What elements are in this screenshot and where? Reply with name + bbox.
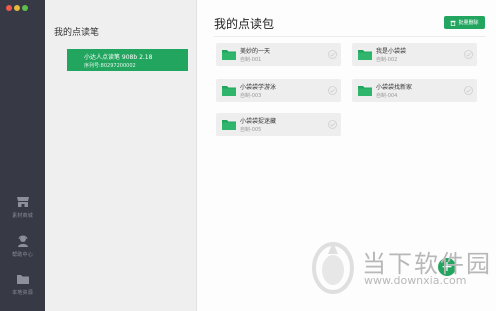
pen-card[interactable]: 小达人点读笔 908b 2.18 序列号:80297200002 — [67, 49, 188, 71]
package-code: 自制-005 — [240, 127, 262, 133]
pen-panel-title: 我的点读笔 — [54, 28, 100, 38]
watermark-url: www.downxia.com — [364, 274, 467, 287]
support-agent-icon — [17, 235, 28, 247]
page-title: 我的点读包 — [214, 17, 275, 31]
package-name: 我是小袋袋 — [376, 48, 407, 55]
folder-icon — [222, 86, 236, 96]
rail-item-local[interactable]: 本地资源 — [0, 273, 45, 296]
check-icon[interactable] — [464, 50, 473, 59]
rail-item-help[interactable]: 帮助中心 — [0, 235, 45, 258]
package-code: 自制-004 — [376, 93, 398, 99]
package-card[interactable]: 我是小袋袋 自制-002 — [352, 43, 477, 66]
bulk-delete-label: 批量删除 — [458, 20, 479, 26]
package-name: 小袋袋捉迷藏 — [240, 118, 277, 125]
folder-icon — [222, 50, 236, 60]
rail-item-store[interactable]: 素材商城 — [0, 196, 45, 219]
app-window: 素材商城 帮助中心 本地资源 我的点读笔 小达人点读笔 908b 2.18 序列… — [0, 0, 496, 311]
rail-item-label: 素材商城 — [12, 213, 33, 219]
bulk-delete-button[interactable]: 批量删除 — [444, 16, 485, 29]
package-code: 自制-003 — [240, 93, 262, 99]
check-icon[interactable] — [328, 120, 337, 129]
minimize-window-button[interactable] — [14, 5, 20, 11]
close-window-button[interactable] — [6, 5, 12, 11]
pen-serial: 序列号:80297200002 — [84, 63, 136, 69]
package-code: 自制-001 — [240, 57, 262, 63]
rail-item-label: 帮助中心 — [12, 252, 33, 258]
pen-name: 小达人点读笔 908b 2.18 — [84, 54, 153, 61]
check-icon[interactable] — [328, 50, 337, 59]
watermark-logo-icon — [312, 242, 354, 294]
rail-item-label: 本地资源 — [12, 290, 33, 296]
package-card[interactable]: 小袋袋捉迷藏 自制-005 — [216, 113, 341, 136]
folder-icon — [358, 50, 372, 60]
package-name: 小袋袋学游泳 — [240, 84, 277, 91]
maximize-window-button[interactable] — [22, 5, 28, 11]
left-rail: 素材商城 帮助中心 本地资源 — [0, 0, 45, 311]
package-name: 美妙的一天 — [240, 48, 271, 55]
trash-icon — [450, 20, 456, 26]
package-code: 自制-002 — [376, 57, 398, 63]
package-card[interactable]: 小袋袋找新家 自制-004 — [352, 79, 477, 102]
folder-icon — [358, 86, 372, 96]
package-card[interactable]: 小袋袋学游泳 自制-003 — [216, 79, 341, 102]
check-icon[interactable] — [464, 86, 473, 95]
store-icon — [16, 197, 29, 207]
pen-panel: 我的点读笔 小达人点读笔 908b 2.18 序列号:80297200002 — [45, 0, 197, 311]
folder-icon — [16, 275, 29, 284]
check-icon[interactable] — [328, 86, 337, 95]
header-divider — [214, 36, 486, 37]
package-name: 小袋袋找新家 — [376, 84, 413, 91]
folder-icon — [222, 120, 236, 130]
package-card[interactable]: 美妙的一天 自制-001 — [216, 43, 341, 66]
